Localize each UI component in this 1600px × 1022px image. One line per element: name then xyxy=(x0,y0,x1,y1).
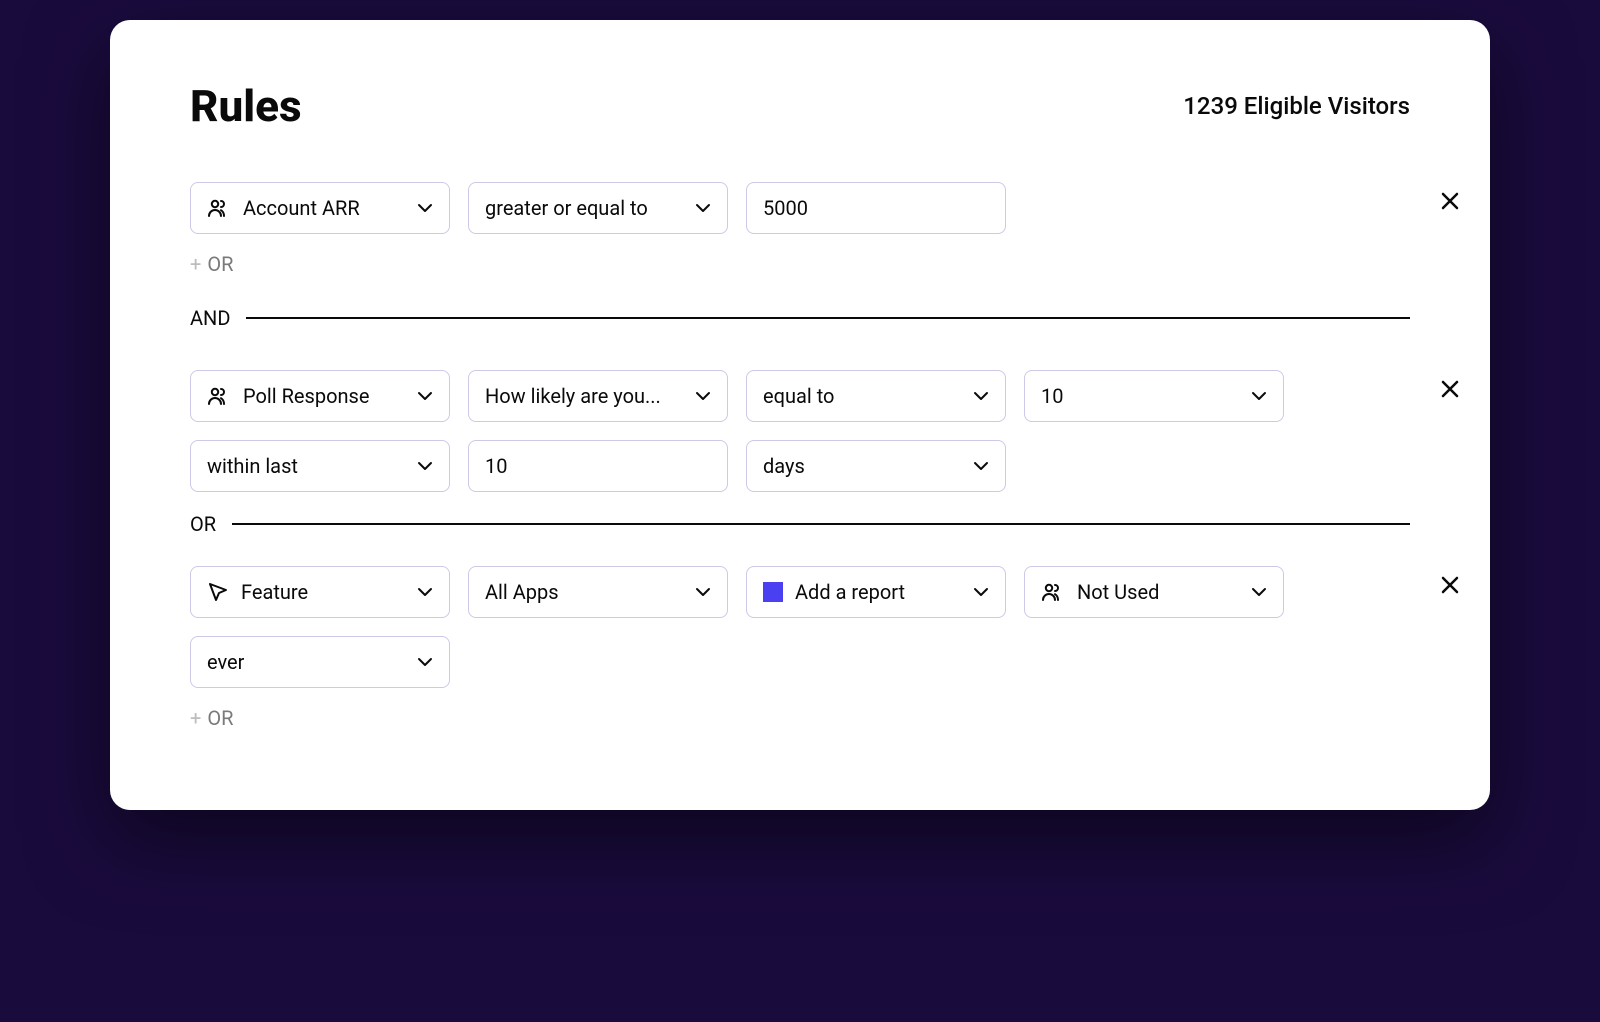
add-or-button[interactable]: + OR xyxy=(190,706,1410,730)
remove-rule-button[interactable] xyxy=(1440,190,1460,216)
chevron-down-icon xyxy=(417,657,433,667)
plus-icon: + xyxy=(190,252,201,276)
page-title: Rules xyxy=(190,80,302,132)
timeframe-value-label: 10 xyxy=(485,454,507,478)
add-or-button[interactable]: + OR xyxy=(190,252,1410,276)
usage-label: Not Used xyxy=(1077,580,1159,604)
value-label: 5000 xyxy=(763,196,808,220)
plus-icon: + xyxy=(190,706,201,730)
operator-label: greater or equal to xyxy=(485,196,648,220)
remove-rule-button[interactable] xyxy=(1440,378,1460,404)
and-divider: AND xyxy=(190,306,1410,330)
rule-group-1: Account ARR greater or equal to 5000 xyxy=(190,182,1410,276)
chevron-down-icon xyxy=(973,587,989,597)
chevron-down-icon xyxy=(973,461,989,471)
cursor-icon xyxy=(207,581,229,603)
timeframe-op-label: within last xyxy=(207,454,298,478)
chevron-down-icon xyxy=(695,203,711,213)
value-select[interactable]: 10 xyxy=(1024,370,1284,422)
field-label: Poll Response xyxy=(243,384,369,408)
question-select[interactable]: How likely are you... xyxy=(468,370,728,422)
field-select[interactable]: Feature xyxy=(190,566,450,618)
operator-select[interactable]: greater or equal to xyxy=(468,182,728,234)
rule-row: Account ARR greater or equal to 5000 xyxy=(190,182,1410,234)
feature-label: Add a report xyxy=(795,580,905,604)
chevron-down-icon xyxy=(973,391,989,401)
rule-group-3: Feature All Apps Add a report xyxy=(190,566,1410,730)
field-label: Feature xyxy=(241,580,308,604)
app-select[interactable]: All Apps xyxy=(468,566,728,618)
people-icon xyxy=(207,385,231,407)
rule-row: ever xyxy=(190,636,1410,688)
chevron-down-icon xyxy=(695,587,711,597)
chevron-down-icon xyxy=(417,461,433,471)
rule-row: Poll Response How likely are you... equa… xyxy=(190,370,1410,422)
timeframe-op-select[interactable]: within last xyxy=(190,440,450,492)
header: Rules 1239 Eligible Visitors xyxy=(190,80,1410,132)
operator-label: equal to xyxy=(763,384,834,408)
chevron-down-icon xyxy=(417,203,433,213)
divider-label: AND xyxy=(190,306,230,330)
operator-select[interactable]: equal to xyxy=(746,370,1006,422)
chevron-down-icon xyxy=(695,391,711,401)
timeframe-select[interactable]: ever xyxy=(190,636,450,688)
chevron-down-icon xyxy=(417,587,433,597)
rule-row: Feature All Apps Add a report xyxy=(190,566,1410,618)
divider-label: OR xyxy=(190,512,216,536)
people-icon xyxy=(1041,581,1065,603)
chevron-down-icon xyxy=(417,391,433,401)
rules-card: Rules 1239 Eligible Visitors Account ARR xyxy=(110,20,1490,810)
rule-row: within last 10 days xyxy=(190,440,1410,492)
value-input[interactable]: 5000 xyxy=(746,182,1006,234)
usage-select[interactable]: Not Used xyxy=(1024,566,1284,618)
field-label: Account ARR xyxy=(243,196,360,220)
chevron-down-icon xyxy=(1251,587,1267,597)
rule-group-2: Poll Response How likely are you... equa… xyxy=(190,370,1410,492)
remove-rule-button[interactable] xyxy=(1440,574,1460,600)
field-select[interactable]: Account ARR xyxy=(190,182,450,234)
divider-line xyxy=(246,317,1410,320)
feature-color-swatch xyxy=(763,582,783,602)
people-icon xyxy=(207,197,231,219)
timeframe-label: ever xyxy=(207,650,244,674)
timeframe-unit-select[interactable]: days xyxy=(746,440,1006,492)
app-label: All Apps xyxy=(485,580,559,604)
or-divider: OR xyxy=(190,512,1410,536)
divider-line xyxy=(232,523,1410,526)
value-label: 10 xyxy=(1041,384,1063,408)
add-or-label: OR xyxy=(207,252,233,276)
add-or-label: OR xyxy=(207,706,233,730)
chevron-down-icon xyxy=(1251,391,1267,401)
feature-select[interactable]: Add a report xyxy=(746,566,1006,618)
question-label: How likely are you... xyxy=(485,384,661,408)
timeframe-unit-label: days xyxy=(763,454,805,478)
eligible-count: 1239 Eligible Visitors xyxy=(1183,92,1410,120)
timeframe-value-input[interactable]: 10 xyxy=(468,440,728,492)
field-select[interactable]: Poll Response xyxy=(190,370,450,422)
